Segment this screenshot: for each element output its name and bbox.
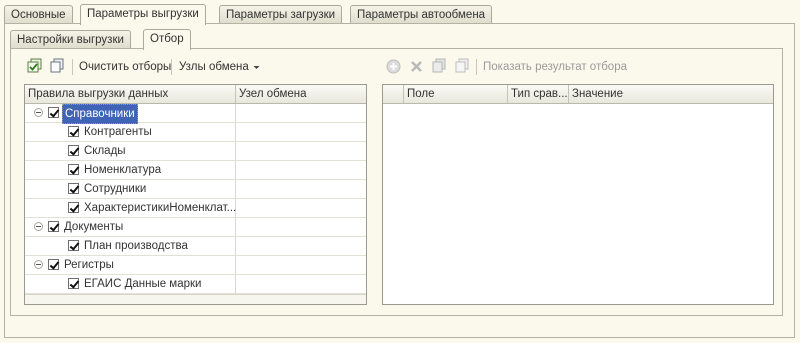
column-divider	[235, 275, 236, 293]
rule-label: План производства	[84, 240, 188, 252]
tree-row[interactable]: Документы	[25, 218, 366, 237]
column-divider	[235, 237, 236, 255]
rule-label: Сотрудники	[84, 183, 147, 195]
check-all-button[interactable]	[27, 58, 43, 74]
check-all-icon	[27, 58, 42, 73]
tree-row[interactable]: Склады	[25, 142, 366, 161]
tree-row[interactable]: Регистры	[25, 256, 366, 275]
rule-checkbox[interactable]	[68, 240, 79, 251]
grid-body: Справочники Контрагенты Склады Номенклатура…	[25, 104, 366, 304]
collapse-toggle-icon[interactable]	[34, 108, 43, 117]
rule-checkbox[interactable]	[48, 259, 59, 270]
grid-header: Правила выгрузки данных Узел обмена	[25, 85, 366, 104]
rule-checkbox[interactable]	[68, 145, 79, 156]
uncheck-all-icon	[50, 58, 64, 73]
tree-row[interactable]: ХарактеристикиНоменклат...	[25, 199, 366, 218]
toolbar-separator	[476, 59, 477, 75]
add-button[interactable]	[386, 59, 401, 74]
column-divider	[235, 180, 236, 198]
check-all-filters-button[interactable]	[431, 58, 447, 74]
uncheck-all-button[interactable]	[49, 58, 65, 74]
delete-icon	[411, 61, 422, 72]
collapse-toggle-icon[interactable]	[34, 222, 43, 231]
rule-checkbox[interactable]	[68, 183, 79, 194]
tree-row[interactable]: Номенклатура	[25, 161, 366, 180]
tree-row[interactable]: Сотрудники	[25, 180, 366, 199]
subtab-filter[interactable]: Отбор	[143, 29, 191, 50]
column-header-value[interactable]: Значение	[569, 85, 773, 103]
horizontal-scrollbar[interactable]	[25, 294, 366, 304]
rule-label: Контрагенты	[84, 126, 152, 138]
exchange-nodes-label: Узлы обмена	[179, 61, 249, 73]
rule-label: ХарактеристикиНоменклат...	[84, 202, 237, 214]
uncheck-all-icon	[455, 58, 469, 73]
rule-label: Номенклатура	[84, 164, 162, 176]
column-divider	[235, 142, 236, 160]
column-divider	[235, 218, 236, 236]
tab-export-params[interactable]: Параметры выгрузки	[80, 4, 206, 25]
column-divider	[235, 123, 236, 141]
rule-label: Регистры	[64, 259, 114, 271]
clear-filters-label: Очистить отборы	[79, 61, 172, 73]
column-header-exchange-node[interactable]: Узел обмена	[236, 85, 366, 103]
rule-checkbox[interactable]	[68, 278, 79, 289]
rule-label: Справочники	[62, 104, 138, 124]
exchange-nodes-dropdown[interactable]: Узлы обмена	[179, 59, 261, 75]
uncheck-all-filters-button[interactable]	[454, 58, 470, 74]
tab-main[interactable]: Основные	[4, 5, 73, 24]
toolbar-separator	[72, 59, 73, 75]
clear-filters-button[interactable]: Очистить отборы	[79, 59, 171, 75]
tree-row[interactable]: Контрагенты	[25, 123, 366, 142]
export-rules-grid[interactable]: Правила выгрузки данных Узел обмена Спра…	[24, 84, 367, 305]
rule-checkbox[interactable]	[68, 202, 79, 213]
column-header-field[interactable]: Поле	[404, 85, 508, 103]
column-header-export-rules[interactable]: Правила выгрузки данных	[25, 85, 236, 103]
rule-checkbox[interactable]	[68, 164, 79, 175]
column-divider	[235, 161, 236, 179]
column-header-marker	[383, 85, 404, 103]
check-all-icon	[432, 58, 446, 73]
delete-button[interactable]	[409, 59, 424, 74]
filter-grid[interactable]: Поле Тип срав... Значение	[382, 84, 774, 305]
toolbar-separator	[171, 59, 172, 75]
show-filter-result-label: Показать результат отбора	[483, 61, 627, 73]
rule-label: Документы	[64, 221, 124, 233]
grid-header: Поле Тип срав... Значение	[383, 85, 773, 104]
show-filter-result-button[interactable]: Показать результат отбора	[483, 59, 627, 75]
tab-autoexchange-params[interactable]: Параметры автообмена	[350, 5, 493, 24]
subtab-export-settings[interactable]: Настройки выгрузки	[10, 30, 131, 49]
rule-label: Склады	[84, 145, 126, 157]
column-header-comparison-type[interactable]: Тип срав...	[508, 85, 569, 103]
chevron-down-icon	[253, 65, 260, 69]
rule-checkbox[interactable]	[48, 221, 59, 232]
rule-label: ЕГАИС Данные марки	[84, 278, 202, 290]
add-icon	[386, 59, 401, 74]
tab-import-params[interactable]: Параметры загрузки	[219, 5, 343, 24]
column-divider	[235, 256, 236, 274]
rule-checkbox[interactable]	[68, 126, 79, 137]
collapse-toggle-icon[interactable]	[34, 260, 43, 269]
tree-row[interactable]: Справочники	[25, 104, 366, 124]
column-divider	[235, 104, 236, 122]
rule-checkbox[interactable]	[48, 107, 59, 118]
tree-row[interactable]: План производства	[25, 237, 366, 256]
tree-row[interactable]: ЕГАИС Данные марки	[25, 275, 366, 294]
